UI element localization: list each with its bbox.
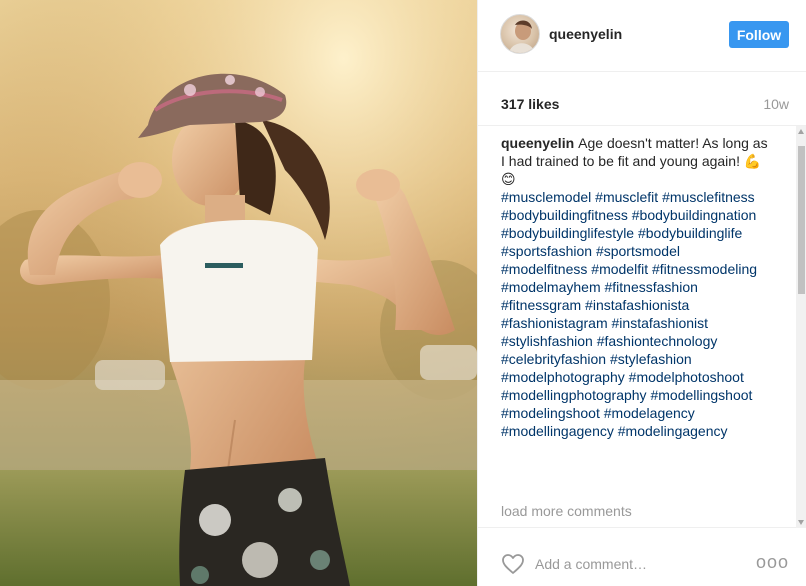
hashtag-link[interactable]: #bodybuildinglife bbox=[638, 225, 742, 241]
hashtag-link[interactable]: #stylishfashion bbox=[501, 333, 593, 349]
hashtag-link[interactable]: #bodybuildingfitness bbox=[501, 207, 628, 223]
hashtag-link[interactable]: #bodybuildingnation bbox=[632, 207, 757, 223]
hashtag-link[interactable]: #instafashionista bbox=[585, 297, 689, 313]
hashtag-link[interactable]: #modellingagency bbox=[501, 423, 614, 439]
hashtag-link[interactable]: #celebrityfashion bbox=[501, 351, 606, 367]
post-header: queenyelin Follow bbox=[478, 0, 806, 72]
post-age[interactable]: 10w bbox=[763, 96, 789, 112]
hashtag-link[interactable]: #fitnessfashion bbox=[605, 279, 698, 295]
add-comment-input[interactable]: Add a comment… bbox=[535, 556, 647, 572]
hashtag-link[interactable]: #instafashionist bbox=[612, 315, 709, 331]
hashtag-list: #musclemodel #musclefit #musclefitness #… bbox=[501, 188, 769, 440]
instagram-post-modal: queenyelin Follow 317 likes 10w queenyel… bbox=[0, 0, 806, 586]
scroll-down-arrow-icon[interactable] bbox=[798, 520, 804, 525]
post-photo bbox=[0, 0, 477, 586]
hashtag-link[interactable]: #modellingshoot bbox=[650, 387, 752, 403]
comments-scrollbar[interactable] bbox=[796, 126, 806, 528]
hashtag-link[interactable]: #fashiontechnology bbox=[597, 333, 718, 349]
hashtag-link[interactable]: #modelmayhem bbox=[501, 279, 601, 295]
hashtag-link[interactable]: #modelagency bbox=[604, 405, 695, 421]
follow-button[interactable]: Follow bbox=[729, 21, 789, 48]
hashtag-link[interactable]: #modelphotography bbox=[501, 369, 625, 385]
hashtag-link[interactable]: #musclemodel bbox=[501, 189, 591, 205]
avatar[interactable] bbox=[500, 14, 540, 54]
hashtag-link[interactable]: #modellingphotography bbox=[501, 387, 647, 403]
hashtag-link[interactable]: #modelphotoshoot bbox=[629, 369, 744, 385]
heart-icon[interactable] bbox=[501, 552, 525, 576]
hashtag-link[interactable]: #fitnessmodeling bbox=[652, 261, 757, 277]
scroll-up-arrow-icon[interactable] bbox=[798, 129, 804, 134]
hashtag-link[interactable]: #fashionistagram bbox=[501, 315, 608, 331]
comments-section: queenyelin Age doesn't matter! As long as… bbox=[478, 126, 796, 528]
comment-bar: Add a comment… ooo bbox=[478, 542, 806, 586]
hashtag-link[interactable]: #stylefashion bbox=[610, 351, 692, 367]
hashtag-link[interactable]: #modelingagency bbox=[618, 423, 728, 439]
avatar-image bbox=[509, 20, 535, 53]
hashtag-link[interactable]: #musclefit bbox=[595, 189, 658, 205]
caption: queenyelin Age doesn't matter! As long as… bbox=[501, 134, 769, 440]
more-options-icon[interactable]: ooo bbox=[756, 552, 789, 573]
hashtag-link[interactable]: #sportsmodel bbox=[596, 243, 680, 259]
hashtag-link[interactable]: #modelfit bbox=[591, 261, 648, 277]
scroll-thumb[interactable] bbox=[798, 146, 805, 294]
fitness-woman-photo bbox=[0, 0, 477, 586]
hashtag-link[interactable]: #sportsfashion bbox=[501, 243, 592, 259]
likes-row: 317 likes 10w bbox=[478, 72, 806, 126]
hashtag-link[interactable]: #modelfitness bbox=[501, 261, 587, 277]
hashtag-link[interactable]: #bodybuildinglifestyle bbox=[501, 225, 634, 241]
likes-count[interactable]: 317 likes bbox=[501, 96, 559, 112]
hashtag-link[interactable]: #fitnessgram bbox=[501, 297, 581, 313]
load-more-comments-link[interactable]: load more comments bbox=[501, 503, 632, 519]
post-side-panel: queenyelin Follow 317 likes 10w queenyel… bbox=[477, 0, 806, 586]
hashtag-link[interactable]: #modelingshoot bbox=[501, 405, 600, 421]
username[interactable]: queenyelin bbox=[549, 26, 622, 42]
caption-username[interactable]: queenyelin bbox=[501, 135, 574, 151]
hashtag-link[interactable]: #musclefitness bbox=[662, 189, 755, 205]
